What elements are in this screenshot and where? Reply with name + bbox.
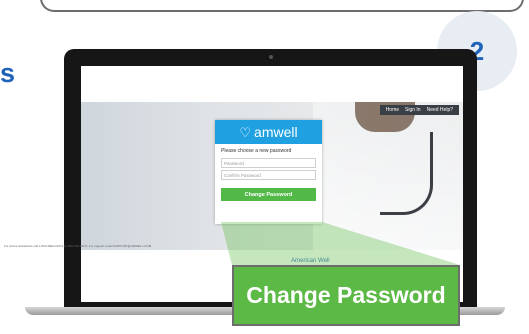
- site-header: [81, 66, 463, 102]
- camera-icon: [269, 55, 273, 59]
- password-card: ♡ amwell Please choose a new password Pa…: [215, 120, 322, 224]
- nav-help-link[interactable]: Need Help?: [427, 107, 453, 113]
- partial-heading: s: [0, 58, 16, 88]
- stethoscope-icon: [380, 132, 433, 215]
- nav-signin-link[interactable]: Sign In: [405, 107, 421, 113]
- password-prompt: Please choose a new password: [221, 148, 292, 154]
- nav-home-link[interactable]: Home: [386, 107, 399, 113]
- support-text: For phone assistance call 1-844-SEE-DOCS…: [4, 244, 152, 248]
- doctor-image: [313, 102, 463, 250]
- confirm-password-field[interactable]: Confirm Password: [221, 170, 316, 180]
- card-header: ♡ amwell: [215, 120, 322, 144]
- heart-check-icon: ♡: [239, 124, 252, 140]
- change-password-button[interactable]: Change Password: [221, 188, 316, 201]
- american-well-logo: American Well: [291, 258, 330, 264]
- change-password-callout: Change Password: [232, 265, 460, 326]
- top-frame-bar: [40, 0, 524, 12]
- site-nav: Home Sign In Need Help?: [379, 105, 459, 115]
- amwell-logo: amwell: [254, 124, 298, 140]
- password-field[interactable]: Password: [221, 158, 316, 168]
